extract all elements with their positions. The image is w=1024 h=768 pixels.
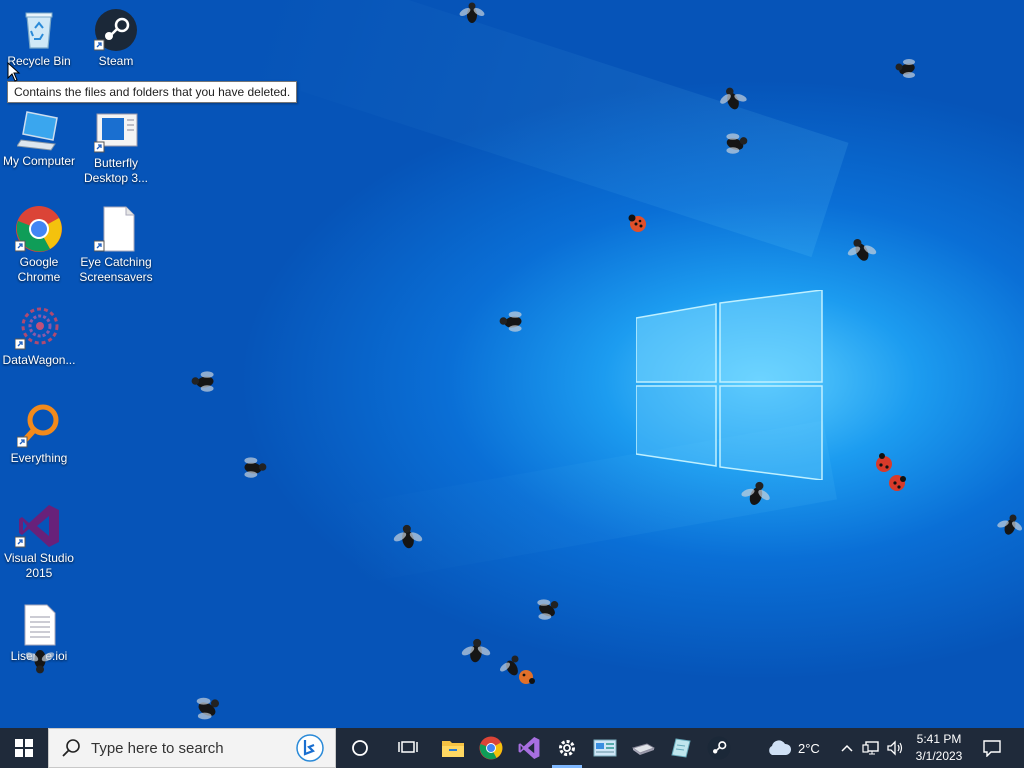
fly-icon <box>196 697 219 720</box>
taskbar-settings[interactable] <box>552 728 582 768</box>
desktop-icon-google-chrome[interactable]: Google Chrome <box>0 205 78 285</box>
steam-icon <box>94 9 137 51</box>
fly-icon <box>726 133 748 154</box>
taskbar-search-box[interactable]: Type here to search <box>48 728 336 768</box>
datawagon-label: DataWagon... <box>2 353 76 367</box>
control-panel-icon <box>593 739 617 757</box>
wallpaper-beam <box>240 0 849 258</box>
taskbar: Type here to search 2°C 5:41 PM 3/1/2023 <box>0 728 1024 768</box>
butterfly-desktop-label: Butterfly Desktop 3... <box>83 156 149 185</box>
fly-icon <box>720 87 747 110</box>
taskbar-drive[interactable] <box>628 728 658 768</box>
desktop-icon-eye-catching-screensavers[interactable]: Eye Catching Screensavers <box>77 205 155 285</box>
visual-studio-icon <box>15 505 59 548</box>
recycle-bin-tooltip: Contains the files and folders that you … <box>7 81 298 103</box>
recycle-bin-icon <box>25 12 53 49</box>
fly-icon <box>459 2 485 23</box>
settings-icon <box>559 740 575 756</box>
ladybug-pair-icon <box>876 453 906 491</box>
search-placeholder: Type here to search <box>91 739 224 757</box>
desktop-icon-visual-studio[interactable]: Visual Studio 2015 <box>0 503 78 581</box>
desktop-icon-everything[interactable]: Everything <box>0 403 78 466</box>
eye-catching-screensavers-label: Eye Catching Screensavers <box>79 255 153 284</box>
desktop-icon-my-computer[interactable]: My Computer <box>0 110 78 169</box>
desktop-icon-datawagon[interactable]: DataWagon... <box>0 305 78 368</box>
google-chrome-label: Google Chrome <box>17 255 61 284</box>
task-view-button[interactable] <box>392 728 424 768</box>
desktop-icon-recycle-bin[interactable]: Recycle Bin <box>0 8 78 69</box>
ladybug-icon <box>628 214 646 232</box>
show-hidden-icons-button[interactable] <box>838 728 856 768</box>
cortana-icon <box>352 740 368 756</box>
butterfly-app-icon <box>94 113 138 153</box>
everything-search-icon <box>17 404 59 448</box>
fly-icon <box>25 650 55 674</box>
search-icon <box>62 739 80 757</box>
taskbar-chrome[interactable] <box>476 728 506 768</box>
fly-icon <box>461 638 491 663</box>
chrome-icon <box>15 206 62 252</box>
weather-widget[interactable]: 2°C <box>766 728 830 768</box>
notification-icon <box>983 740 1001 757</box>
bing-icon[interactable] <box>295 733 325 763</box>
windows-logo-wallpaper <box>636 290 823 480</box>
desktop-icon-butterfly-desktop[interactable]: Butterfly Desktop 3... <box>77 110 155 186</box>
taskbar-notepad[interactable] <box>666 728 696 768</box>
clock-time: 5:41 PM <box>916 732 962 746</box>
cloud-icon <box>769 740 792 755</box>
computer-icon <box>17 111 58 151</box>
desktop[interactable]: Recycle Bin Steam My Computer Butterfly … <box>0 0 1024 728</box>
action-center-button[interactable] <box>978 728 1006 768</box>
document-icon <box>94 206 135 252</box>
taskbar-steam[interactable] <box>704 728 734 768</box>
taskbar-clock[interactable]: 5:41 PM 3/1/2023 <box>908 731 970 765</box>
fly-icon <box>393 524 423 549</box>
everything-label: Everything <box>10 451 68 465</box>
taskbar-file-explorer[interactable] <box>438 728 468 768</box>
fly-and-ladybug-icon <box>500 655 535 684</box>
steam-label: Steam <box>98 54 134 68</box>
speaker-icon <box>887 740 903 756</box>
datawagon-icon <box>15 307 59 350</box>
taskbar-visual-studio[interactable] <box>514 728 544 768</box>
start-icon <box>15 739 33 757</box>
volume-button[interactable] <box>884 728 906 768</box>
chevron-up-icon <box>841 744 853 752</box>
cortana-button[interactable] <box>344 728 376 768</box>
file-explorer-icon <box>442 741 464 757</box>
chrome-icon <box>479 736 503 760</box>
fly-icon <box>895 59 915 78</box>
fly-icon <box>191 371 214 392</box>
steam-icon <box>707 736 731 760</box>
visual-studio-icon <box>518 737 540 759</box>
notepad-icon <box>671 738 691 758</box>
my-computer-label: My Computer <box>2 154 76 168</box>
task-view-icon <box>398 741 418 753</box>
clock-date: 3/1/2023 <box>915 749 963 763</box>
fly-icon <box>537 599 559 620</box>
visual-studio-label: Visual Studio 2015 <box>4 551 74 580</box>
fly-icon <box>244 457 267 478</box>
mouse-cursor-icon <box>7 62 21 82</box>
taskbar-control-panel[interactable] <box>590 728 620 768</box>
desktop-icon-steam[interactable]: Steam <box>77 8 155 69</box>
fly-icon <box>997 514 1022 535</box>
fly-icon <box>847 239 877 261</box>
weather-temperature: 2°C <box>798 740 820 756</box>
network-button[interactable] <box>860 728 882 768</box>
fly-icon <box>741 481 770 505</box>
start-button[interactable] <box>0 728 48 768</box>
network-icon <box>862 741 879 755</box>
drive-icon <box>631 743 655 755</box>
fly-icon <box>499 311 522 332</box>
